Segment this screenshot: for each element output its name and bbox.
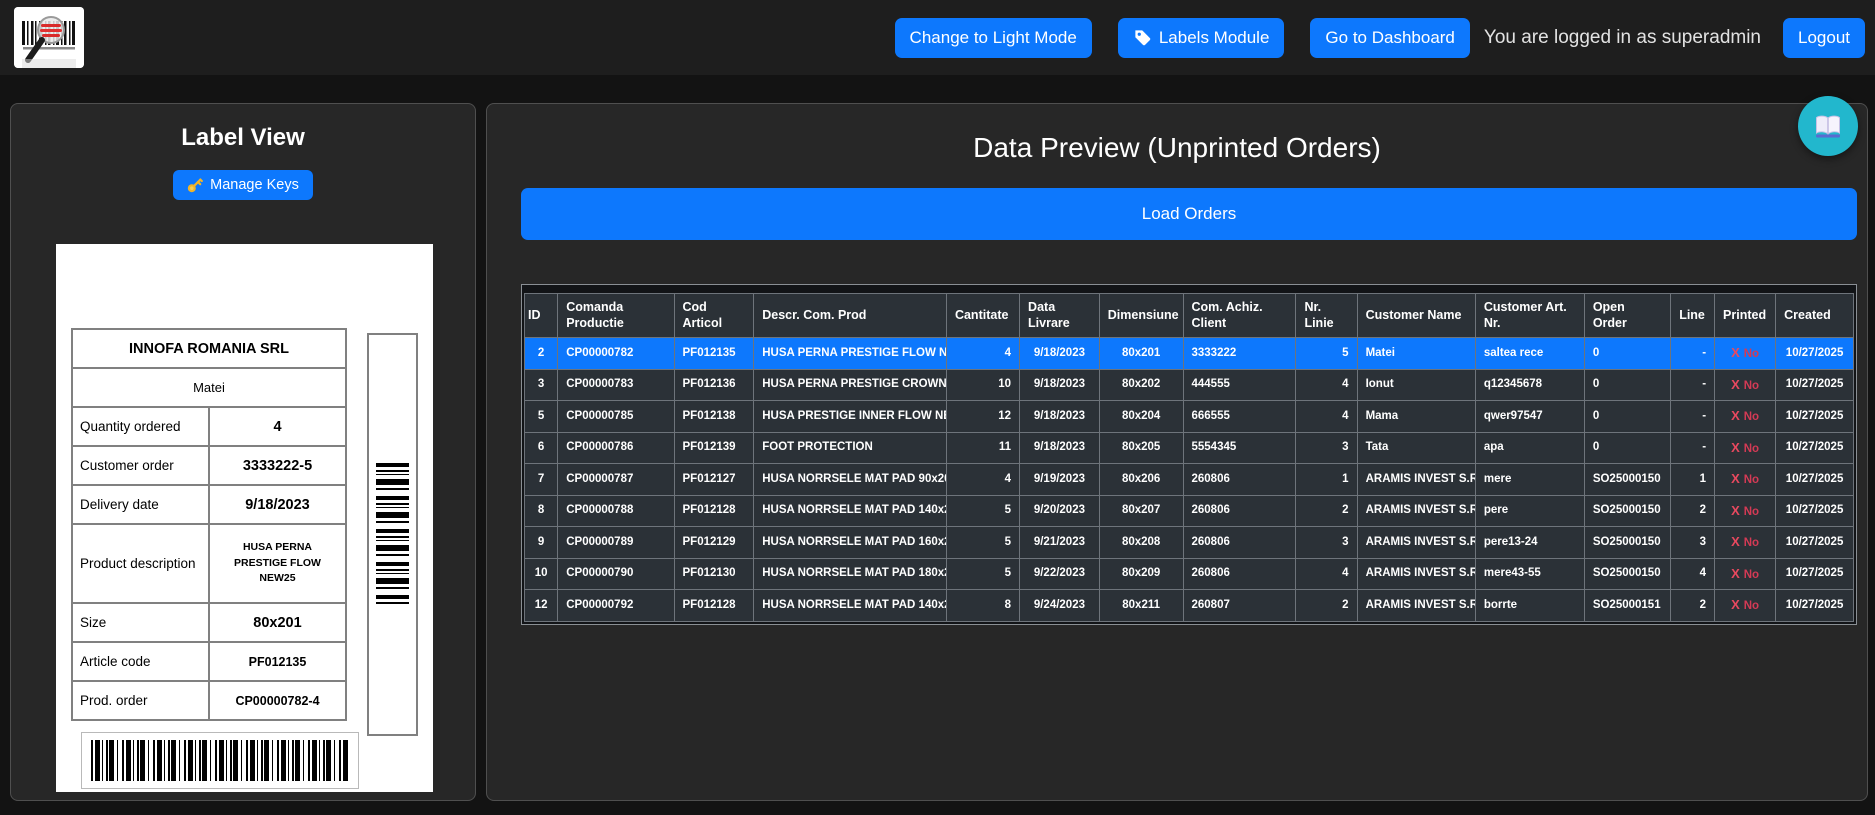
printed-status: X No	[1715, 590, 1776, 622]
label-company: INNOFA ROMANIA SRL	[72, 329, 346, 368]
cross-mark-icon: X	[1731, 440, 1740, 455]
label-field-name: Quantity ordered	[72, 407, 209, 446]
table-row[interactable]: 12 CP00000792 PF012128 HUSA NORRSELE MAT…	[525, 590, 1854, 622]
table-row[interactable]: 8 CP00000788 PF012128 HUSA NORRSELE MAT …	[525, 495, 1854, 527]
printed-status: X No	[1715, 464, 1776, 496]
label-view-panel: Label View Manage Keys INNOFA ROMANIA SR…	[10, 103, 476, 801]
printed-no-label: No	[1744, 380, 1759, 392]
col-header-line[interactable]: Line	[1671, 294, 1715, 338]
navbar-actions: Change to Light Mode Labels Module Go to…	[869, 0, 1865, 75]
col-header-open-order[interactable]: Open Order	[1584, 294, 1670, 338]
col-header-customer-name[interactable]: Customer Name	[1357, 294, 1475, 338]
printed-status: X No	[1715, 558, 1776, 590]
horizontal-barcode	[81, 732, 359, 789]
app-root: Change to Light Mode Labels Module Go to…	[0, 0, 1875, 815]
barcode-scanner-logo-icon	[14, 7, 84, 68]
label-field-value: HUSA PERNA PRESTIGE FLOW NEW25	[209, 524, 346, 603]
printed-no-label: No	[1744, 348, 1759, 360]
col-header-descr[interactable]: Descr. Com. Prod	[754, 294, 947, 338]
cross-mark-icon: X	[1731, 597, 1740, 612]
tag-icon	[1133, 28, 1152, 47]
col-header-cod-articol[interactable]: Cod Articol	[674, 294, 754, 338]
label-field-value: 4	[209, 407, 346, 446]
col-header-cantitate[interactable]: Cantitate	[946, 294, 1019, 338]
table-row[interactable]: 3 CP00000783 PF012136 HUSA PERNA PRESTIG…	[525, 369, 1854, 401]
orders-table-body: 2 CP00000782 PF012135 HUSA PERNA PRESTIG…	[525, 338, 1854, 622]
printed-no-label: No	[1744, 411, 1759, 423]
table-row[interactable]: 7 CP00000787 PF012127 HUSA NORRSELE MAT …	[525, 464, 1854, 496]
label-field-name: Delivery date	[72, 485, 209, 524]
go-to-dashboard-button[interactable]: Go to Dashboard	[1310, 18, 1469, 58]
col-header-dimensiune[interactable]: Dimensiune	[1099, 294, 1183, 338]
label-field-name: Customer order	[72, 446, 209, 485]
manage-keys-button[interactable]: Manage Keys	[173, 170, 313, 200]
cross-mark-icon: X	[1731, 534, 1740, 549]
orders-table-container: ID Comanda Productie Cod Articol Descr. …	[521, 284, 1857, 625]
printed-status: X No	[1715, 369, 1776, 401]
label-field-value: PF012135	[209, 642, 346, 681]
printed-status: X No	[1715, 401, 1776, 433]
load-orders-button[interactable]: Load Orders	[521, 188, 1857, 240]
table-row[interactable]: 9 CP00000789 PF012129 HUSA NORRSELE MAT …	[525, 527, 1854, 559]
col-header-comanda[interactable]: Comanda Productie	[558, 294, 674, 338]
cross-mark-icon: X	[1731, 471, 1740, 486]
table-row[interactable]: 2 CP00000782 PF012135 HUSA PERNA PRESTIG…	[525, 338, 1854, 370]
table-row[interactable]: 5 CP00000785 PF012138 HUSA PRESTIGE INNE…	[525, 401, 1854, 433]
label-field-value: 3333222-5	[209, 446, 346, 485]
col-header-com-achiz[interactable]: Com. Achiz. Client	[1183, 294, 1296, 338]
label-customer: Matei	[72, 368, 346, 407]
col-header-created[interactable]: Created	[1776, 294, 1854, 338]
cross-mark-icon: X	[1731, 408, 1740, 423]
labels-module-button[interactable]: Labels Module	[1118, 18, 1285, 58]
app-logo[interactable]	[14, 7, 84, 68]
printed-no-label: No	[1744, 443, 1759, 455]
cross-mark-icon: X	[1731, 345, 1740, 360]
docs-floating-button[interactable]	[1798, 96, 1858, 156]
printed-no-label: No	[1744, 506, 1759, 518]
printed-status: X No	[1715, 527, 1776, 559]
printed-no-label: No	[1744, 569, 1759, 581]
table-row[interactable]: 10 CP00000790 PF012130 HUSA NORRSELE MAT…	[525, 558, 1854, 590]
logout-button[interactable]: Logout	[1783, 18, 1865, 58]
label-field-name: Product description	[72, 524, 209, 603]
cross-mark-icon: X	[1731, 503, 1740, 518]
col-header-printed[interactable]: Printed	[1715, 294, 1776, 338]
logged-in-status: You are logged in as superadmin	[1484, 27, 1761, 49]
label-field-name: Size	[72, 603, 209, 642]
label-table: INNOFA ROMANIA SRL Matei Quantity ordere…	[71, 328, 347, 721]
printed-status: X No	[1715, 495, 1776, 527]
key-icon	[187, 177, 203, 193]
data-preview-panel: Data Preview (Unprinted Orders) Load Ord…	[486, 103, 1868, 801]
printed-no-label: No	[1744, 474, 1759, 486]
label-field-value: CP00000782-4	[209, 681, 346, 720]
col-header-id[interactable]: ID	[525, 294, 558, 338]
label-field-value: 9/18/2023	[209, 485, 346, 524]
open-book-icon	[1813, 113, 1843, 140]
printed-no-label: No	[1744, 537, 1759, 549]
col-header-nr-linie[interactable]: Nr. Linie	[1296, 294, 1357, 338]
data-preview-title: Data Preview (Unprinted Orders)	[487, 132, 1867, 164]
navbar: Change to Light Mode Labels Module Go to…	[0, 0, 1875, 75]
change-light-mode-button[interactable]: Change to Light Mode	[895, 18, 1092, 58]
manage-keys-label: Manage Keys	[210, 177, 299, 193]
cross-mark-icon: X	[1731, 377, 1740, 392]
printed-status: X No	[1715, 432, 1776, 464]
label-field-name: Prod. order	[72, 681, 209, 720]
labels-module-label: Labels Module	[1159, 28, 1270, 48]
label-field-name: Article code	[72, 642, 209, 681]
table-row[interactable]: 6 CP00000786 PF012139 FOOT PROTECTION 11…	[525, 432, 1854, 464]
orders-table: ID Comanda Productie Cod Articol Descr. …	[524, 293, 1854, 622]
label-field-value: 80x201	[209, 603, 346, 642]
col-header-customer-art[interactable]: Customer Art. Nr.	[1475, 294, 1584, 338]
cross-mark-icon: X	[1731, 566, 1740, 581]
orders-table-header-row: ID Comanda Productie Cod Articol Descr. …	[525, 294, 1854, 338]
label-preview: INNOFA ROMANIA SRL Matei Quantity ordere…	[56, 244, 433, 792]
printed-no-label: No	[1744, 600, 1759, 612]
printed-status: X No	[1715, 338, 1776, 370]
label-view-title: Label View	[11, 124, 475, 152]
col-header-data-livrare[interactable]: Data Livrare	[1020, 294, 1100, 338]
vertical-barcode	[367, 333, 418, 736]
